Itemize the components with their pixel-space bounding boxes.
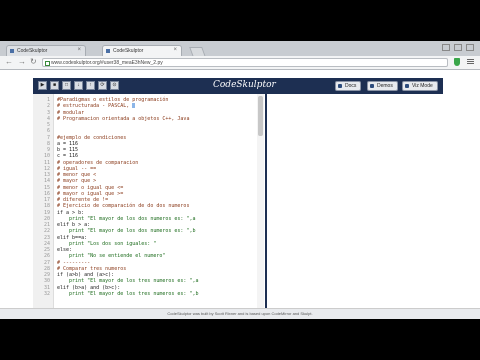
code-text-content: # operadores de comparacion [57,159,139,166]
menu-icon[interactable] [467,59,474,65]
viz-mode-icon [405,84,409,88]
code-text-content: # mayor que > [57,178,97,185]
demos-button[interactable]: Demos [367,81,398,91]
code-text-content: print "El mayor de los tres numeros es: … [57,290,199,297]
close-window-icon[interactable] [466,44,474,51]
output-console[interactable] [267,94,443,308]
code-text-content: else: [57,247,73,253]
reset-button[interactable]: ⟳ [98,81,107,90]
new-file-button[interactable]: □ [62,81,71,90]
code-text-content: elif (b>a) and (b>c): [57,284,121,291]
viz-mode-label: Viz Mode [412,83,433,89]
code-text-content: print "El mayor de los dos numeros es: "… [57,215,196,222]
viz-mode-button[interactable]: Viz Mode [402,81,438,91]
reload-icon[interactable]: ↻ [30,58,37,66]
code-text-content: print "El mayor de los tres numeros es: … [57,278,199,285]
code-text-content: print "Los dos son iguales: " [57,240,157,247]
code-text-content: # Comparar tres numeros [57,265,127,272]
code-text-content: # igual -- == [57,165,97,172]
close-icon[interactable]: × [173,47,177,53]
back-icon[interactable]: ← [5,58,13,66]
app-logo: CodeSkulptor [213,80,276,90]
code-text-content: # Ejercicio de comparación de do dos num… [57,203,190,210]
tab-label: CodeSkulptor [113,48,144,54]
editor-scrollbar[interactable] [257,94,264,308]
demos-label: Demos [377,83,393,89]
favicon-icon [10,49,14,53]
code-line[interactable]: 32 print "El mayor de los tres numeros e… [33,291,265,297]
code-text-content: # modular [57,109,85,116]
docs-icon [338,84,342,88]
code-text-content: elif b==a: [57,234,88,241]
download-button[interactable]: ↓ [74,81,83,90]
scrollbar-thumb[interactable] [258,96,263,136]
docs-button[interactable]: Docs [335,81,362,91]
favicon-icon [106,49,110,53]
code-editor[interactable]: 1 #Paradigmas o estilos de programación 2 #… [33,94,267,308]
code-text-content: # mayor o igual que >= [57,190,124,197]
run-button[interactable]: ▶ [38,81,47,90]
forward-icon[interactable]: → [18,58,26,66]
maximize-icon[interactable] [454,44,462,51]
viz-button[interactable]: ⊙ [110,81,119,90]
tab-codeskulptor-2[interactable]: CodeSkulptor × [102,45,182,56]
code-text: print "El mayor de los tres numeros es: … [57,291,198,297]
toolbar: ▶ ■ □ ↓ ↑ ⟳ ⊙ CodeSkulptor Docs Demos Vi… [33,78,443,94]
url-text: www.codeskulptor.org/#user38_meaE3hNew_2… [51,60,163,66]
code-text-content: # estructurada - PASCAL, [57,103,133,110]
page-icon [45,61,50,66]
line-number: 32 [43,290,50,297]
code-text-content: if (a>b) and (a>c): [57,272,115,278]
code-text-content: elif b > a: [57,222,91,228]
code-text-content: # menor o igual que <= [57,184,124,191]
docs-label: Docs [345,83,357,89]
code-text-content: # menor que < [57,172,97,178]
code-text-content: print "No se entiende el numero" [57,253,166,260]
code-lines: 1 #Paradigmas o estilos de programación 2 #… [33,97,265,297]
code-text-content: #ejemplo de condiciones [57,134,127,141]
browser-window: CodeSkulptor × CodeSkulptor × ← → ↻ www.… [0,41,480,319]
code-text-content: print "El mayor de los dos numeros es: "… [57,228,196,235]
code-text-content: c = 116 [57,153,79,160]
text-cursor [132,103,136,109]
code-text-content: #Paradigmas o estilos de programación [57,97,169,103]
footer: CodeSkulptor was built by Scott Rixner a… [0,308,480,319]
tab-label: CodeSkulptor [17,48,48,54]
close-icon[interactable]: × [77,47,81,53]
code-text-content: # Programacion orientada a objetos C++, … [57,115,190,122]
extension-shield-icon[interactable] [454,58,460,66]
save-button[interactable]: ■ [50,81,59,90]
url-field[interactable]: www.codeskulptor.org/#user38_meaE3hNew_2… [42,58,448,67]
code-text-content: a = 116 [57,140,79,147]
address-bar: ← → ↻ www.codeskulptor.org/#user38_meaE3… [0,56,480,70]
code-text-content: b = 115 [57,147,79,153]
demos-icon [370,84,374,88]
codeskulptor-app: ▶ ■ □ ↓ ↑ ⟳ ⊙ CodeSkulptor Docs Demos Vi… [33,78,443,308]
minimize-icon[interactable] [442,44,450,51]
tab-bar: CodeSkulptor × CodeSkulptor × [0,41,480,57]
load-button[interactable]: ↑ [86,81,95,90]
code-text-content: # --------- [57,259,91,266]
code-text-content: if a > b: [57,209,85,216]
page-content: ▶ ■ □ ↓ ↑ ⟳ ⊙ CodeSkulptor Docs Demos Vi… [0,70,480,319]
tab-codeskulptor-1[interactable]: CodeSkulptor × [6,45,86,56]
